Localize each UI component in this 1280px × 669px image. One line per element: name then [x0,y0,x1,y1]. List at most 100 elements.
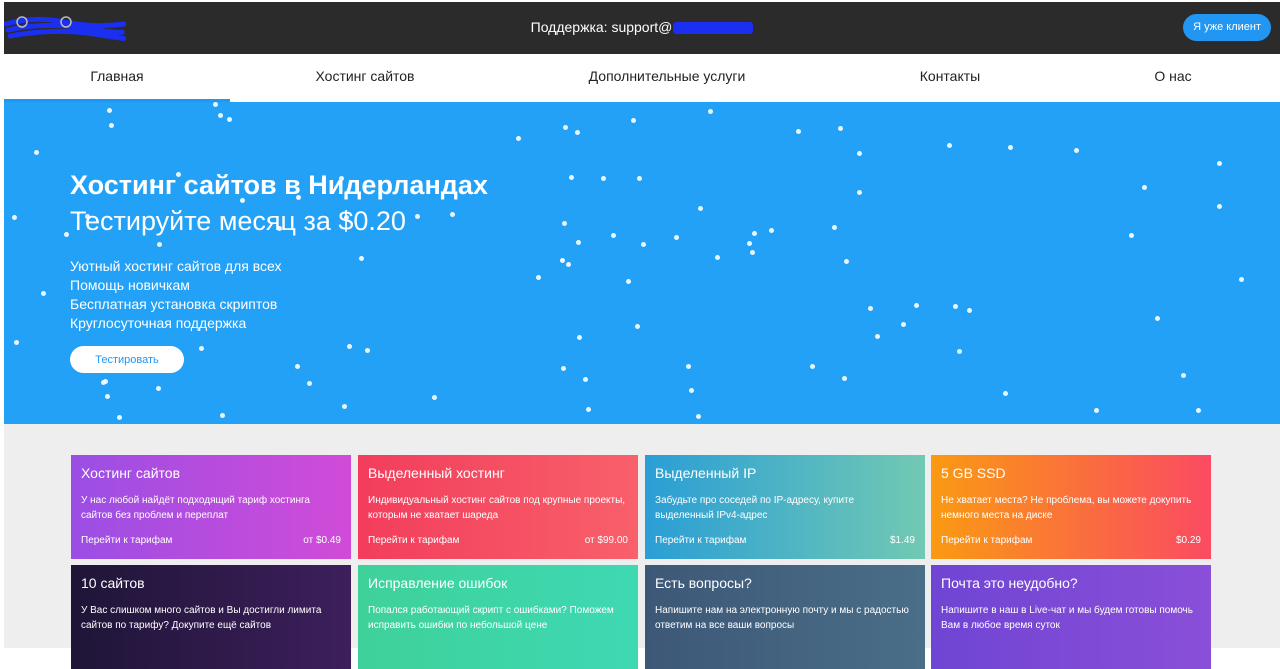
snowflake [708,109,713,114]
card-title: Исправление ошибок [368,575,508,591]
card-text: У Вас слишком много сайтов и Вы достигли… [81,605,322,631]
service-card-live-chat[interactable]: Почта это неудобно? Напишите в наш в Liv… [931,565,1211,669]
snowflake [109,123,114,128]
snowflake [1008,145,1013,150]
snowflake [914,303,919,308]
card-title: Выделенный IP [655,465,757,481]
snowflake [1142,185,1147,190]
snowflake [838,126,843,131]
main-nav: Главная Хостинг сайтов Дополнительные ус… [4,54,1280,102]
top-bar: Поддержка: support@ Я уже клиент [4,2,1280,54]
snowflake [450,212,455,217]
card-text: Попался работающий скрипт с ошибками? По… [368,605,614,631]
snowflake [295,364,300,369]
card-text: Индивидуальный хостинг сайтов под крупны… [368,495,626,521]
snowflake [1003,391,1008,396]
card-text: У нас любой найдёт подходящий тариф хост… [81,495,310,521]
snowflake [105,394,110,399]
snowflake [842,376,847,381]
support-email[interactable]: Поддержка: support@ [4,19,1280,35]
snowflake [674,235,679,240]
snowflake [1239,277,1244,282]
snowflake [14,340,19,345]
card-text: Напишите нам на электронную почту и мы с… [655,605,909,631]
hero-feature: Помощь новичкам [70,277,190,293]
try-button[interactable]: Тестировать [70,346,184,373]
service-card-10-sites[interactable]: 10 сайтов У Вас слишком много сайтов и В… [71,565,351,669]
snowflake [857,190,862,195]
snowflake [199,346,204,351]
service-card-hosting[interactable]: Хостинг сайтов У нас любой найдёт подход… [71,455,351,559]
snowflake [875,334,880,339]
snowflake [583,377,588,382]
snowflake [857,151,862,156]
snowflake [536,275,541,280]
snowflake [432,395,437,400]
card-link[interactable]: Перейти к тарифам [655,535,746,546]
snowflake [635,324,640,329]
snowflake [569,175,574,180]
snowflake [631,118,636,123]
card-text: Напишите в наш в Live-чат и мы будем гот… [941,605,1193,631]
snowflake [1074,148,1079,153]
card-link[interactable]: Перейти к тарифам [81,535,172,546]
snowflake [359,256,364,261]
snowflake [220,413,225,418]
hero-title: Хостинг сайтов в Нидерландах [70,170,488,200]
snowflake [12,215,17,220]
service-card-questions[interactable]: Есть вопросы? Напишите нам на электронну… [645,565,925,669]
snowflake [415,214,420,219]
snowflake [868,306,873,311]
snowflake [365,348,370,353]
card-text: Забудьте про соседей по IP-адресу, купит… [655,495,855,521]
snowflake [769,228,774,233]
snowflake [611,233,616,238]
nav-home[interactable]: Главная [4,54,230,102]
snowflake [516,136,521,141]
hero-features: Уютный хостинг сайтов для всех Помощь но… [70,257,282,333]
card-title: Есть вопросы? [655,575,752,591]
service-card-dedicated[interactable]: Выделенный хостинг Индивидуальный хостин… [358,455,638,559]
snowflake [101,380,106,385]
card-price: $0.29 [1175,535,1201,546]
service-card-ssd[interactable]: 5 GB SSD Не хватает места? Не проблема, … [931,455,1211,559]
snowflake [752,231,757,236]
snowflake [698,206,703,211]
snowflake [218,113,223,118]
snowflake [689,388,694,393]
snowflake [844,259,849,264]
hero-feature: Уютный хостинг сайтов для всех [70,258,282,274]
card-title: Хостинг сайтов [81,465,181,481]
nav-contacts[interactable]: Контакты [880,54,1020,102]
card-link[interactable]: Перейти к тарифам [941,535,1032,546]
nav-hosting[interactable]: Хостинг сайтов [265,54,465,102]
snowflake [637,176,642,181]
snowflake [1094,408,1099,413]
snowflake [1155,316,1160,321]
card-link[interactable]: Перейти к тарифам [368,535,459,546]
nav-about[interactable]: О нас [1133,54,1213,102]
snowflake [832,225,837,230]
service-card-bugfix[interactable]: Исправление ошибок Попался работающий ск… [358,565,638,669]
snowflake [41,291,46,296]
service-card-dedicated-ip[interactable]: Выделенный IP Забудьте про соседей по IP… [645,455,925,559]
snowflake [1196,408,1201,413]
snowflake [117,415,122,420]
snowflake [1129,233,1134,238]
snowflake [810,364,815,369]
client-login-button[interactable]: Я уже клиент [1183,14,1271,41]
snowflake [577,335,582,340]
snowflake [696,414,701,419]
snowflake [575,130,580,135]
snowflake [563,125,568,130]
snowflake [227,117,232,122]
snowflake [157,242,162,247]
card-text: Не хватает места? Не проблема, вы можете… [941,495,1192,521]
snowflake [601,176,606,181]
snowflake [626,279,631,284]
snowflake [947,143,952,148]
nav-extra-services[interactable]: Дополнительные услуги [557,54,777,102]
snowflake [957,349,962,354]
snowflake [750,250,755,255]
support-label: Поддержка: support@ [530,19,673,35]
